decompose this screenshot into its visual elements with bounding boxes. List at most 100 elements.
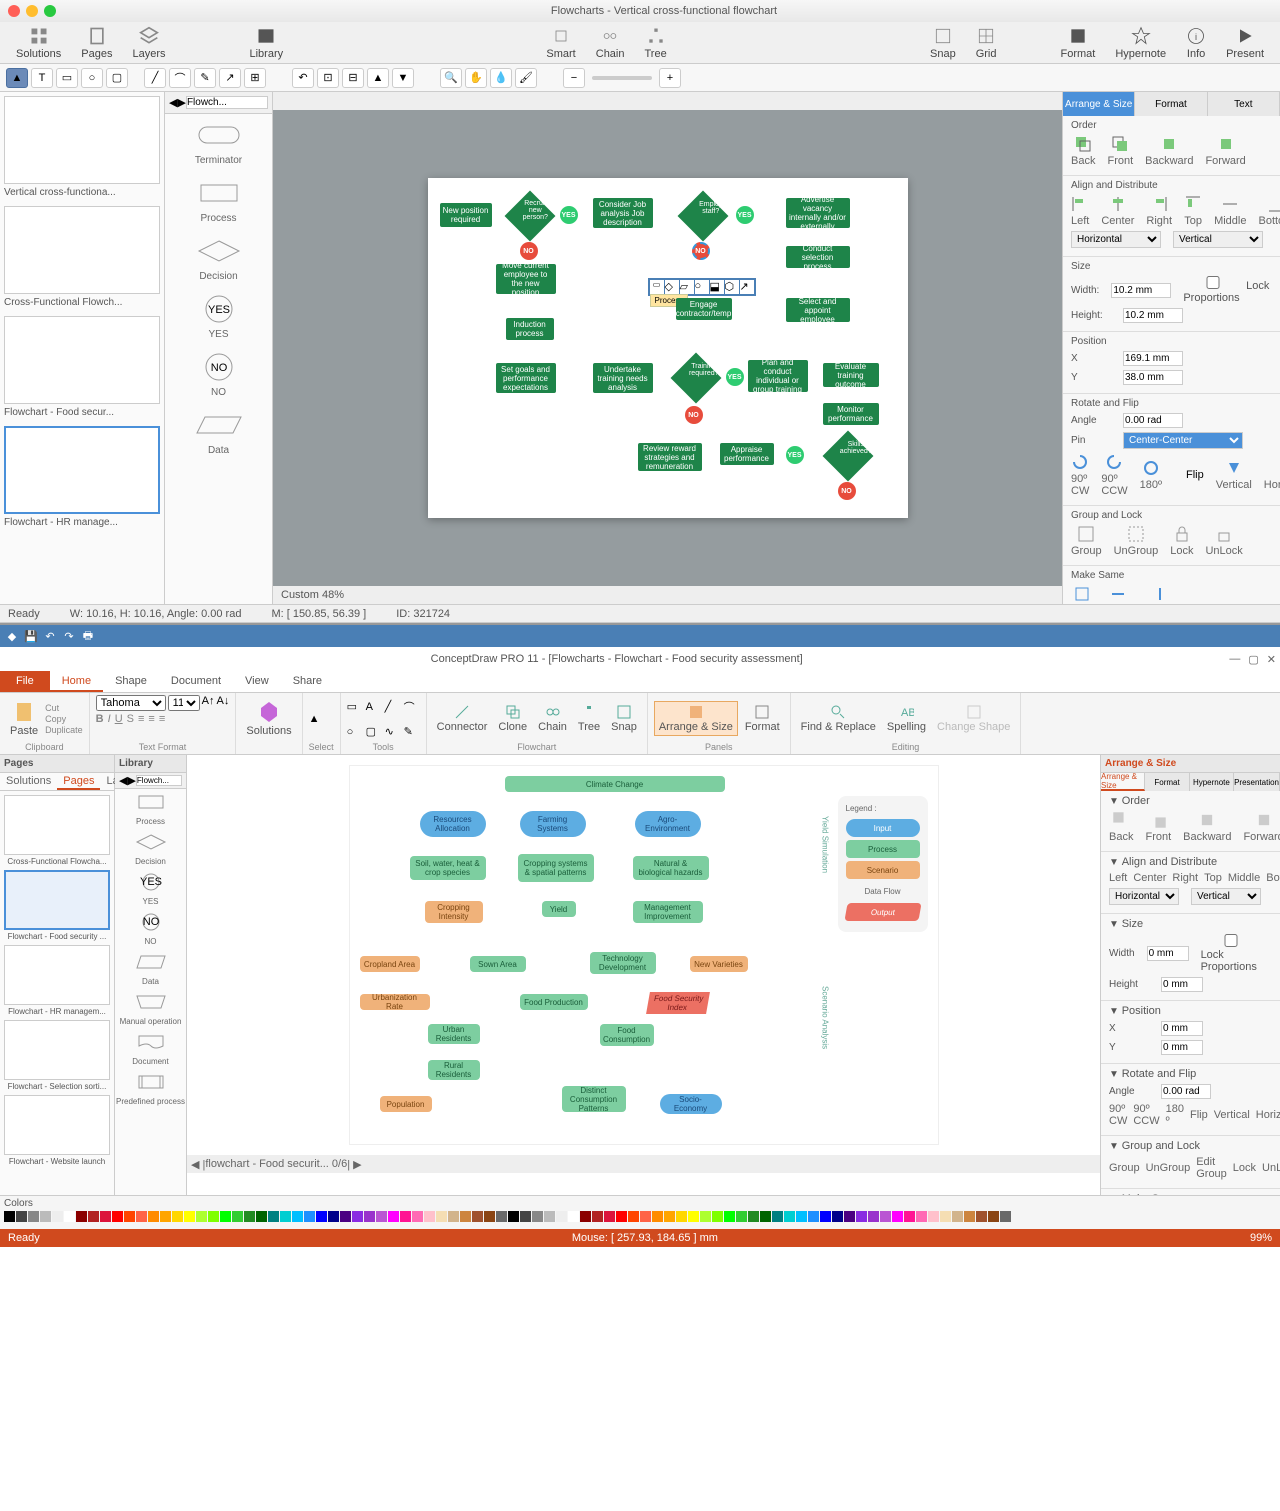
color-swatch[interactable] — [472, 1211, 483, 1222]
tab-share[interactable]: Share — [281, 671, 334, 692]
pointer-tool[interactable]: ▲ — [309, 713, 320, 725]
clone-button[interactable]: Clone — [494, 702, 531, 735]
pen-tool[interactable]: ✎ — [194, 68, 216, 88]
node[interactable]: Move current employee to the new positio… — [496, 264, 556, 294]
node[interactable]: Conduct selection process — [786, 246, 850, 268]
color-swatch[interactable] — [868, 1211, 879, 1222]
color-swatch[interactable] — [940, 1211, 951, 1222]
color-swatch[interactable] — [892, 1211, 903, 1222]
font-inc[interactable]: A↑ — [202, 695, 215, 711]
unlock-btn[interactable]: UnLock — [1205, 525, 1242, 557]
node[interactable]: Induction process — [506, 318, 554, 340]
front-button[interactable]: Front — [1107, 135, 1133, 167]
tab-arrange[interactable]: Arrange & Size — [1063, 92, 1135, 116]
format-panel-button[interactable]: Format — [741, 702, 784, 735]
node[interactable]: Urbanization Rate — [360, 994, 430, 1010]
paste-button[interactable]: Paste — [6, 698, 42, 739]
wal-r[interactable]: Right — [1172, 872, 1198, 884]
color-swatch[interactable] — [688, 1211, 699, 1222]
wbackward[interactable]: Backward — [1183, 811, 1231, 843]
undo-tool[interactable]: ↶ — [292, 68, 314, 88]
stamp-tool[interactable]: ⊞ — [244, 68, 266, 88]
zoom-tool[interactable]: 🔍 — [440, 68, 462, 88]
color-swatch[interactable] — [268, 1211, 279, 1222]
shape-decision[interactable]: Decision — [165, 230, 272, 288]
hypernote-button[interactable]: Hypernote — [1107, 24, 1174, 62]
rot-180[interactable]: 180º — [1140, 459, 1162, 491]
arc-tool[interactable]: ⌒ — [404, 699, 420, 715]
pen-tool[interactable]: ✎ — [404, 725, 420, 738]
color-swatch[interactable] — [208, 1211, 219, 1222]
node[interactable]: Food Consumption — [600, 1024, 654, 1046]
tab-home[interactable]: Home — [50, 671, 103, 692]
color-swatch[interactable] — [544, 1211, 555, 1222]
underline-button[interactable]: U — [115, 713, 123, 725]
shape-yes[interactable]: YESYES — [165, 288, 272, 346]
distribute-h[interactable]: Horizontal — [1071, 231, 1161, 248]
color-swatch[interactable] — [160, 1211, 171, 1222]
same-size[interactable]: Size — [1071, 585, 1092, 604]
eyedrop-tool[interactable]: 💧 — [490, 68, 512, 88]
color-swatch[interactable] — [16, 1211, 27, 1222]
align-bottom[interactable]: Bottom — [1258, 195, 1280, 227]
node[interactable]: Distinct Consumption Patterns — [562, 1086, 626, 1112]
thumb-3[interactable]: Flowchart - Food secur... — [4, 316, 160, 418]
lock-btn[interactable]: Lock — [1170, 525, 1193, 557]
maximize-icon[interactable]: ▢ — [1248, 653, 1258, 666]
wthumb-1[interactable]: Cross-Functional Flowcha... — [4, 795, 110, 866]
wtab-presentation[interactable]: Presentation — [1234, 773, 1280, 791]
wg-ug[interactable]: UnGroup — [1146, 1162, 1191, 1174]
line-tool[interactable]: ╱ — [385, 700, 401, 713]
node[interactable]: Undertake training needs analysis — [593, 363, 653, 393]
color-swatch[interactable] — [136, 1211, 147, 1222]
tree-button[interactable]: Tree — [637, 24, 675, 62]
wshape-predef[interactable]: Predefined process — [115, 1069, 186, 1109]
align-center[interactable]: Center — [1101, 195, 1134, 227]
rounded-tool[interactable]: ▢ — [106, 68, 128, 88]
align-top[interactable]: Top — [1184, 195, 1202, 227]
copy-button[interactable]: Copy — [45, 714, 83, 724]
wg-ul[interactable]: UnLock — [1262, 1162, 1280, 1174]
flip-v[interactable]: Vertical — [1216, 459, 1252, 491]
same-width[interactable]: Width — [1104, 585, 1132, 604]
color-swatch[interactable] — [436, 1211, 447, 1222]
color-swatch[interactable] — [784, 1211, 795, 1222]
tab-shape[interactable]: Shape — [103, 671, 159, 692]
group-btn[interactable]: Group — [1071, 525, 1102, 557]
chain-button[interactable]: Chain — [588, 24, 633, 62]
maximize-icon[interactable] — [44, 5, 56, 17]
no-node[interactable]: NO — [838, 482, 856, 500]
node[interactable]: New position required — [440, 203, 492, 227]
color-swatch[interactable] — [604, 1211, 615, 1222]
color-swatch[interactable] — [88, 1211, 99, 1222]
zoom-slider[interactable] — [592, 76, 652, 80]
node[interactable]: Natural & biological hazards — [633, 856, 709, 880]
color-swatch[interactable] — [172, 1211, 183, 1222]
save-icon[interactable]: 💾 — [23, 628, 39, 644]
color-swatch[interactable] — [856, 1211, 867, 1222]
wdist-h[interactable]: Horizontal — [1109, 888, 1179, 905]
width-input[interactable] — [1111, 283, 1171, 298]
color-swatch[interactable] — [532, 1211, 543, 1222]
wthumb-4[interactable]: Flowchart - Selection sorti... — [4, 1020, 110, 1091]
same-height[interactable]: Height — [1145, 585, 1177, 604]
color-swatch[interactable] — [184, 1211, 195, 1222]
redo-icon[interactable]: ↷ — [61, 628, 77, 644]
present-button[interactable]: Present — [1218, 24, 1272, 62]
wal-b[interactable]: Bottom — [1266, 872, 1280, 884]
minimize-icon[interactable]: — — [1229, 653, 1240, 666]
color-swatch[interactable] — [244, 1211, 255, 1222]
group-tool[interactable]: ⊡ — [317, 68, 339, 88]
color-swatch[interactable] — [664, 1211, 675, 1222]
tree-button[interactable]: Tree — [574, 702, 604, 735]
y-input[interactable] — [1123, 370, 1183, 385]
color-swatch[interactable] — [580, 1211, 591, 1222]
color-swatch[interactable] — [124, 1211, 135, 1222]
wg-g[interactable]: Group — [1109, 1162, 1140, 1174]
find-button[interactable]: Find & Replace — [797, 702, 880, 735]
shape-process[interactable]: Process — [165, 172, 272, 230]
ww[interactable] — [1147, 946, 1189, 961]
tab-text[interactable]: Text — [1208, 92, 1280, 116]
brush-tool[interactable]: 🖌 — [515, 68, 537, 88]
node[interactable]: Cropping systems & spatial patterns — [518, 854, 594, 882]
